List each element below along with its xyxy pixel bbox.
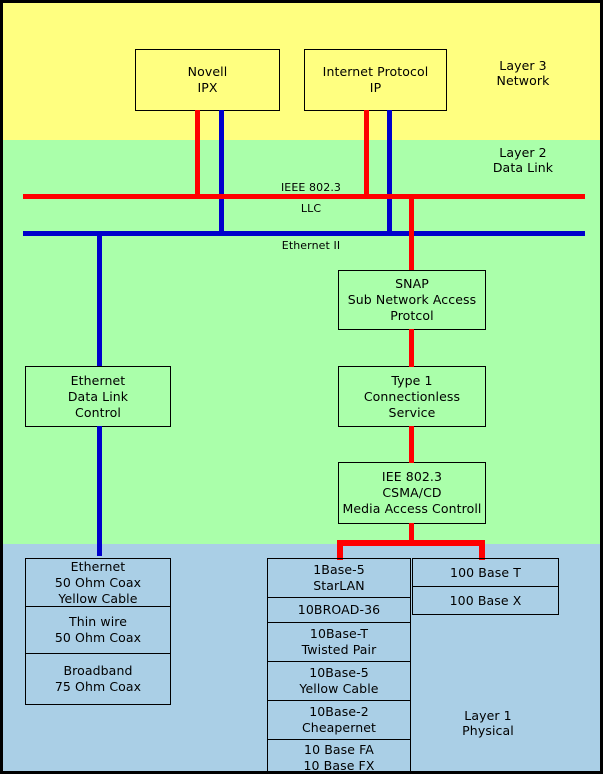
media-cell-100-base-x[interactable]: 100 Base X bbox=[412, 586, 559, 615]
media-cell-thin-wire[interactable]: Thin wire 50 Ohm Coax bbox=[25, 606, 171, 654]
bus-label-ethernet-ii: Ethernet II bbox=[281, 239, 341, 252]
media-cell-100-base-t[interactable]: 100 Base T bbox=[412, 558, 559, 587]
layer1-label: Layer 1 Physical bbox=[462, 708, 514, 738]
wire-snap-to-type1 bbox=[409, 329, 414, 367]
bus-label-ieee8023: IEEE 802.3 bbox=[280, 181, 342, 194]
media-cell-ethernet-yellow-cable[interactable]: Ethernet 50 Ohm Coax Yellow Cable bbox=[25, 558, 171, 607]
box-ethernet-data-link-control[interactable]: Ethernet Data Link Control bbox=[25, 366, 171, 427]
wire-ethernet-dlc-to-media bbox=[97, 426, 102, 556]
wire-ethernetii-to-ethernet-dlc bbox=[97, 235, 102, 367]
media-cell-10base-5[interactable]: 10Base-5 Yellow Cable bbox=[267, 661, 411, 701]
wire-ieee8023-to-snap bbox=[409, 197, 414, 271]
box-ieee8023-csmacd-mac[interactable]: IEE 802.3 CSMA/CD Media Access Controll bbox=[338, 462, 486, 524]
wire-mac-branch-left-drop bbox=[337, 540, 343, 560]
media-cell-10broad36[interactable]: 10BROAD-36 bbox=[267, 597, 411, 623]
diagram-canvas: Layer 3 Network Layer 2 Data Link Layer … bbox=[0, 0, 603, 774]
bus-label-llc: LLC bbox=[300, 202, 322, 215]
wire-novell-to-ieee8023 bbox=[195, 110, 200, 199]
wire-mac-branch-right-drop bbox=[479, 540, 485, 560]
layer2-datalink-band bbox=[3, 140, 600, 544]
media-cell-10base-t[interactable]: 10Base-T Twisted Pair bbox=[267, 622, 411, 662]
layer3-label: Layer 3 Network bbox=[496, 58, 550, 88]
bus-ieee8023-llc bbox=[23, 194, 585, 199]
box-type1-connectionless-service[interactable]: Type 1 Connectionless Service bbox=[338, 366, 486, 427]
box-novell-ipx[interactable]: Novell IPX bbox=[135, 49, 280, 111]
box-snap[interactable]: SNAP Sub Network Access Protcol bbox=[338, 270, 486, 330]
wire-novell-to-ethernetii bbox=[219, 110, 224, 236]
media-cell-10base-2[interactable]: 10Base-2 Cheapernet bbox=[267, 700, 411, 740]
layer2-label: Layer 2 Data Link bbox=[492, 145, 554, 175]
media-cell-10base-fa-fx[interactable]: 10 Base FA 10 Base FX bbox=[267, 739, 411, 771]
wire-mac-branch-horizontal bbox=[337, 540, 485, 546]
wire-type1-to-mac bbox=[409, 426, 414, 463]
media-cell-1base5-starlan[interactable]: 1Base-5 StarLAN bbox=[267, 558, 411, 598]
wire-ip-to-ethernetii bbox=[387, 110, 392, 236]
media-cell-broadband[interactable]: Broadband 75 Ohm Coax bbox=[25, 653, 171, 705]
box-internet-protocol-ip[interactable]: Internet Protocol IP bbox=[304, 49, 447, 111]
bus-ethernet-ii bbox=[23, 231, 585, 236]
